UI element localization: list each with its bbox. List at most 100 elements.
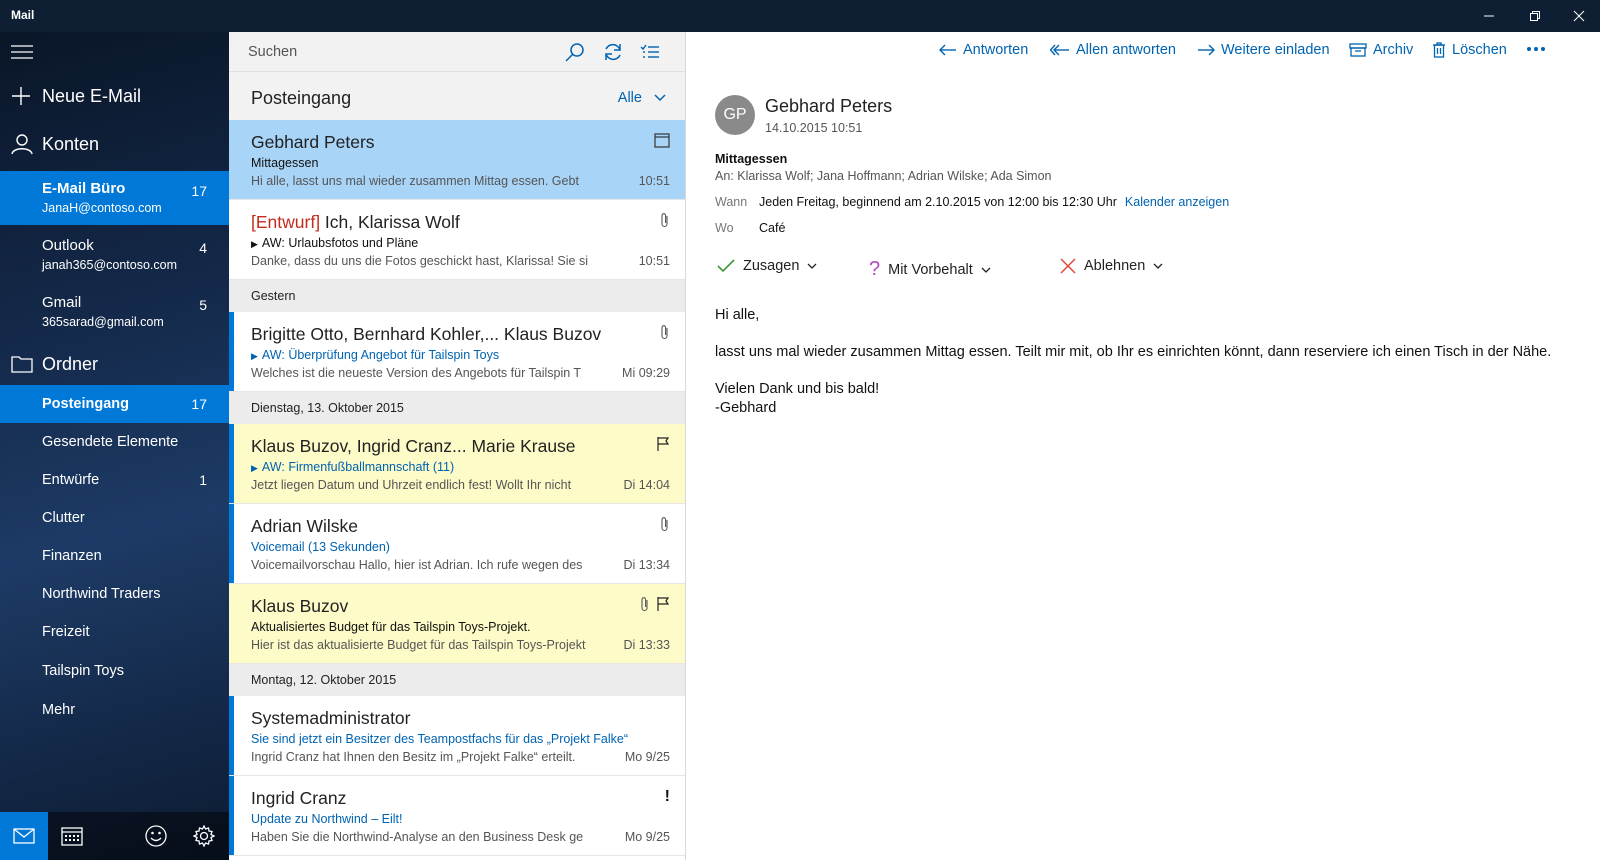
search-icon[interactable] — [565, 42, 585, 62]
show-calendar-link[interactable]: Kalender anzeigen — [1125, 195, 1229, 209]
when-label: Wann — [715, 195, 748, 209]
folders-label: Ordner — [42, 354, 99, 374]
unread-count: 17 — [191, 183, 207, 199]
unread-indicator — [229, 776, 234, 855]
accept-button[interactable]: Zusagen — [717, 258, 817, 274]
message-preview: Voicemailvorschau Hallo, hier ist Adrian… — [251, 558, 583, 572]
folder-item-mehr[interactable]: Mehr — [0, 691, 229, 729]
new-mail-button[interactable]: Neue E-Mail — [0, 74, 229, 118]
message-item[interactable]: Klaus Buzov Aktualisiertes Budget für da… — [229, 584, 685, 664]
reply-label: Antworten — [963, 42, 1029, 58]
message-item[interactable]: Systemadministrator Sie sind jetzt ein B… — [229, 696, 685, 776]
unread-count: 4 — [199, 240, 207, 256]
folder-name: Mehr — [42, 702, 76, 718]
hamburger-button[interactable] — [0, 32, 229, 72]
message-preview: Danke, dass du uns die Fotos geschickt h… — [251, 254, 588, 268]
delete-button[interactable]: Löschen — [1432, 42, 1507, 58]
restore-button[interactable] — [1512, 0, 1558, 32]
delete-label: Löschen — [1452, 42, 1507, 58]
reply-button[interactable]: Antworten — [939, 42, 1028, 58]
body-paragraph: Vielen Dank und bis bald! — [715, 381, 880, 397]
message-preview: Jetzt liegen Datum und Uhrzeit endlich f… — [251, 478, 572, 492]
more-actions-button[interactable] — [1526, 46, 1546, 52]
folders-button[interactable]: Ordner — [0, 342, 229, 386]
where-label: Wo — [715, 221, 734, 235]
new-mail-label: Neue E-Mail — [42, 86, 142, 106]
select-mode-icon[interactable] — [640, 43, 660, 61]
folder-item-gesendete-elemente[interactable]: Gesendete Elemente — [0, 423, 229, 461]
settings-button[interactable] — [180, 812, 228, 860]
message-sender: Klaus Buzov, Ingrid Cranz... Marie Kraus… — [251, 436, 576, 456]
folder-item-entwuerfe[interactable]: Entwürfe 1 — [0, 461, 229, 499]
filter-dropdown[interactable]: Alle — [618, 90, 666, 106]
message-sender: Brigitte Otto, Bernhard Kohler,... Klaus… — [251, 324, 602, 344]
expand-thread-icon[interactable]: ▶ — [251, 351, 258, 361]
message-time: Di 13:34 — [623, 558, 670, 572]
close-button[interactable] — [1558, 0, 1600, 32]
search-input[interactable]: Suchen — [248, 44, 297, 60]
account-email: 365sarad@gmail.com — [42, 315, 164, 329]
message-subject: Voicemail (13 Sekunden) — [251, 540, 390, 554]
date-group-header: Dienstag, 13. Oktober 2015 — [229, 392, 685, 424]
message-item[interactable]: Adrian Wilske Voicemail (13 Sekunden) Vo… — [229, 504, 685, 584]
tentative-button[interactable]: ? Mit Vorbehalt — [869, 258, 991, 281]
message-item[interactable]: [Entwurf] Ich, Klarissa Wolf ▶ AW: Urlaub… — [229, 200, 685, 280]
message-sender: Systemadministrator — [251, 708, 411, 728]
message-preview: Hier ist das aktualisierte Budget für da… — [251, 638, 586, 652]
avatar: GP — [715, 95, 755, 135]
unread-indicator — [229, 504, 234, 583]
account-item-email-buero[interactable]: E-Mail Büro JanaH@contoso.com 17 — [0, 171, 229, 225]
folder-item-finanzen[interactable]: Finanzen — [0, 537, 229, 575]
reply-all-button[interactable]: Allen antworten — [1050, 42, 1176, 58]
mail-app: Mail Neue E-Mail Konten E-Mail Büro Jana… — [0, 0, 1600, 860]
account-item-outlook[interactable]: Outlook janah365@contoso.com 4 — [0, 228, 229, 282]
chevron-down-icon — [981, 267, 991, 273]
sync-icon[interactable] — [603, 42, 623, 62]
expand-thread-icon[interactable]: ▶ — [251, 239, 258, 249]
message-item[interactable]: Gebhard Peters Mittagessen Hi alle, lass… — [229, 120, 685, 200]
message-time: Mi 09:29 — [622, 366, 670, 380]
hamburger-icon — [11, 45, 33, 59]
message-preview: Haben Sie die Northwind-Analyse an den B… — [251, 830, 584, 844]
accounts-button[interactable]: Konten — [0, 122, 229, 166]
flag-icon[interactable] — [656, 436, 670, 452]
message-item[interactable]: Brigitte Otto, Bernhard Kohler,... Klaus… — [229, 312, 685, 392]
account-email: janah365@contoso.com — [42, 258, 177, 272]
decline-button[interactable]: Ablehnen — [1060, 258, 1163, 274]
folder-item-freizeit[interactable]: Freizeit — [0, 613, 229, 651]
tentative-label: Mit Vorbehalt — [888, 261, 973, 278]
more-icon — [1527, 47, 1545, 51]
folder-item-tailspin-toys[interactable]: Tailspin Toys — [0, 652, 229, 690]
unread-indicator — [229, 312, 234, 391]
message-subject: Update zu Northwind – Eilt! — [251, 812, 403, 826]
unread-count: 5 — [199, 297, 207, 313]
account-item-gmail[interactable]: Gmail 365sarad@gmail.com 5 — [0, 285, 229, 339]
folder-item-clutter[interactable]: Clutter — [0, 499, 229, 537]
invite-more-button[interactable]: Weitere einladen — [1197, 42, 1330, 58]
body-paragraph: Hi alle, — [715, 307, 760, 323]
folder-name: Tailspin Toys — [42, 663, 124, 679]
message-subject-line: ▶ AW: Urlaubsfotos und Pläne — [251, 236, 418, 250]
message-item[interactable]: Klaus Buzov, Ingrid Cranz... Marie Kraus… — [229, 424, 685, 504]
message-item[interactable]: Ingrid Cranz ! Update zu Northwind – Eil… — [229, 776, 685, 856]
folder-name: Posteingang — [42, 396, 130, 412]
date-group-label: Montag, 12. Oktober 2015 — [251, 673, 397, 687]
folder-item-northwind-traders[interactable]: Northwind Traders — [0, 575, 229, 613]
email-sender[interactable]: Gebhard Peters — [765, 96, 892, 117]
expand-thread-icon[interactable]: ▶ — [251, 463, 258, 473]
archive-button[interactable]: Archiv — [1349, 42, 1413, 58]
flag-icon[interactable] — [656, 596, 670, 612]
message-time: Mo 9/25 — [624, 830, 670, 844]
message-subject: AW: Firmenfußballmannschaft (11) — [261, 460, 455, 474]
folder-name: Gesendete Elemente — [42, 434, 179, 450]
folder-icon — [11, 356, 33, 373]
body-paragraph: lasst uns mal wieder zusammen Mittag ess… — [715, 344, 1552, 360]
mail-switch-button[interactable] — [0, 812, 48, 860]
account-name: Gmail — [42, 294, 82, 311]
minimize-button[interactable] — [1466, 0, 1512, 32]
folder-item-posteingang[interactable]: Posteingang 17 — [0, 385, 229, 423]
feedback-button[interactable] — [132, 812, 180, 860]
date-group-label: Gestern — [251, 289, 296, 303]
plus-icon — [12, 87, 30, 105]
calendar-switch-button[interactable] — [48, 812, 96, 860]
